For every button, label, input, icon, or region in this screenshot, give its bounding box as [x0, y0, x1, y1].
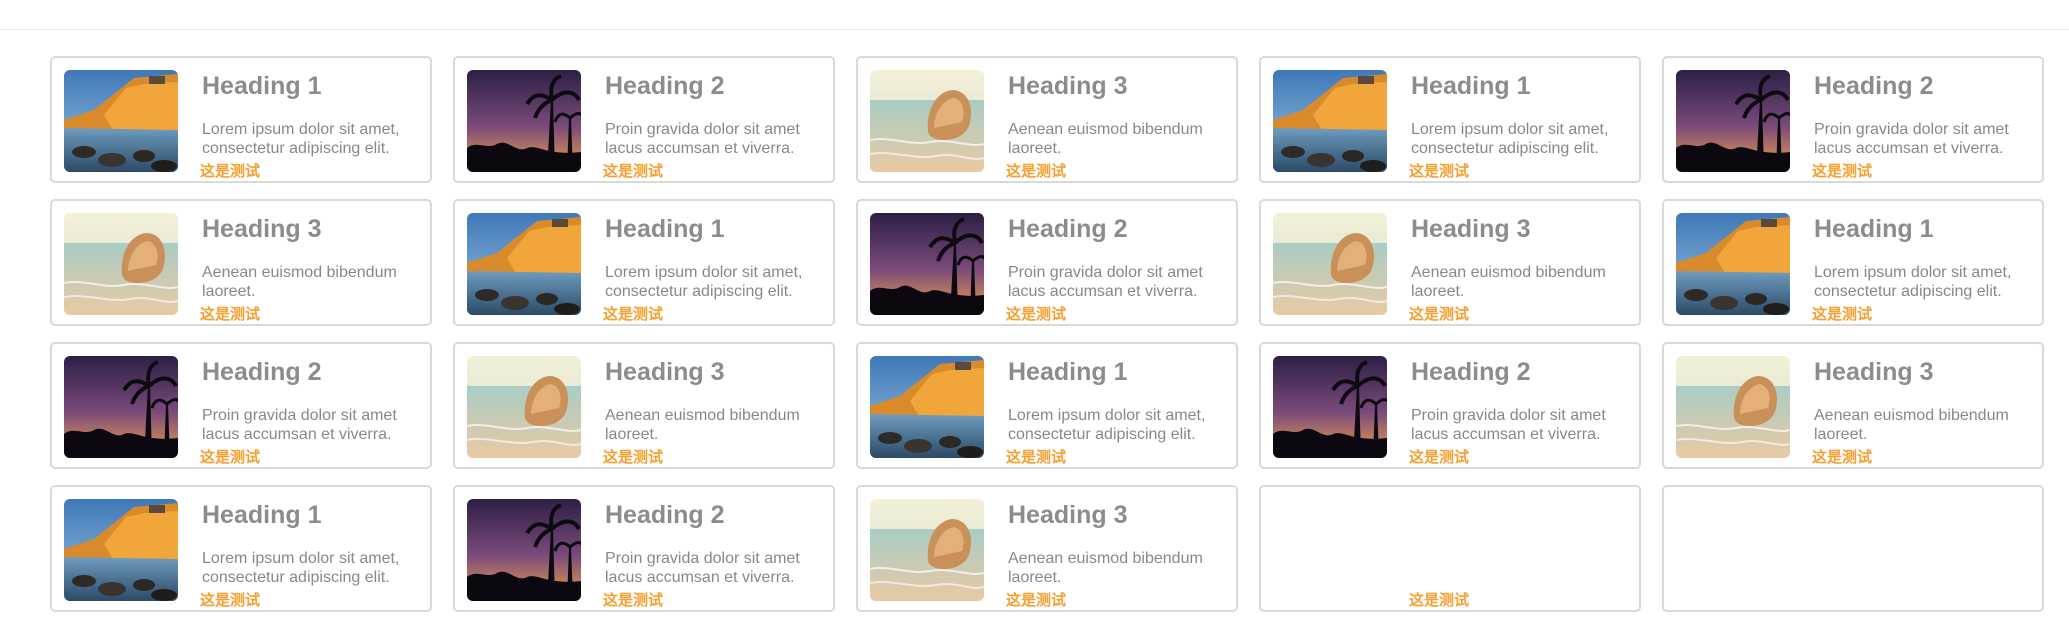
palm-sunset-photo — [1676, 70, 1790, 172]
card-heading: Heading 1 — [1411, 72, 1531, 100]
card-tag: 这是测试 — [200, 162, 261, 180]
card-tag: 这是测试 — [1006, 305, 1067, 323]
card[interactable]: Heading 1 Lorem ipsum dolor sit amet, con… — [50, 485, 432, 612]
card[interactable]: Heading 3 Aenean euismod bibendum laoreet… — [453, 342, 835, 469]
card-description: Proin gravida dolor sit amet lacus accum… — [605, 121, 800, 157]
card-tag: 这是测试 — [1409, 591, 1470, 609]
card-description: Proin gravida dolor sit amet lacus accum… — [202, 407, 397, 443]
palm-sunset-photo — [467, 499, 581, 601]
card[interactable]: Heading 3 Aenean euismod bibendum laoreet… — [1662, 342, 2044, 469]
palm-sunset-photo — [870, 213, 984, 315]
beach-rock-photo — [467, 356, 581, 458]
card-tag: 这是测试 — [1409, 162, 1470, 180]
card[interactable]: Heading 1 Lorem ipsum dolor sit amet, con… — [50, 56, 432, 183]
palm-sunset-photo — [1273, 356, 1387, 458]
card-description: Proin gravida dolor sit amet lacus accum… — [1411, 407, 1606, 443]
beach-rock-photo — [1273, 213, 1387, 315]
beach-rock-photo — [64, 213, 178, 315]
card-tag: 这是测试 — [200, 305, 261, 323]
coastal-cliff-photo — [467, 213, 581, 315]
card[interactable]: Heading 3 Aenean euismod bibendum laoreet… — [1259, 199, 1641, 326]
card-description: Aenean euismod bibendum laoreet. — [202, 264, 397, 300]
card[interactable]: Heading 2 Proin gravida dolor sit amet la… — [1259, 342, 1641, 469]
card[interactable] — [1662, 485, 2044, 612]
card-tag: 这是测试 — [1812, 162, 1873, 180]
card-tag: 这是测试 — [1812, 448, 1873, 466]
card-tag: 这是测试 — [1006, 448, 1067, 466]
card-grid: Heading 1 Lorem ipsum dolor sit amet, con… — [50, 56, 2044, 612]
card[interactable]: Heading 3 Aenean euismod bibendum laoreet… — [50, 199, 432, 326]
card-heading: Heading 1 — [202, 72, 322, 100]
card-description: Aenean euismod bibendum laoreet. — [1008, 121, 1203, 157]
card[interactable]: Heading 1 Lorem ipsum dolor sit amet, con… — [1259, 56, 1641, 183]
card-description: Lorem ipsum dolor sit amet, consectetur … — [605, 264, 803, 300]
top-bar — [0, 0, 2069, 30]
card-heading: Heading 2 — [202, 358, 322, 386]
card-tag: 这是测试 — [200, 591, 261, 609]
coastal-cliff-photo — [870, 356, 984, 458]
beach-rock-photo — [870, 499, 984, 601]
card-heading: Heading 3 — [1411, 215, 1531, 243]
card-description: Lorem ipsum dolor sit amet, consectetur … — [1008, 407, 1206, 443]
card-description: Lorem ipsum dolor sit amet, consectetur … — [202, 550, 400, 586]
card-heading: Heading 2 — [605, 501, 725, 529]
card-description: Proin gravida dolor sit amet lacus accum… — [1814, 121, 2009, 157]
card[interactable]: Heading 1 Lorem ipsum dolor sit amet, con… — [453, 199, 835, 326]
card-heading: Heading 3 — [1814, 358, 1934, 386]
card-description: Aenean euismod bibendum laoreet. — [1008, 550, 1203, 586]
card-description: Proin gravida dolor sit amet lacus accum… — [605, 550, 800, 586]
beach-rock-photo — [1676, 356, 1790, 458]
card[interactable]: Heading 2 Proin gravida dolor sit amet la… — [453, 485, 835, 612]
coastal-cliff-photo — [64, 70, 178, 172]
card-heading: Heading 2 — [1814, 72, 1934, 100]
card-description: Aenean euismod bibendum laoreet. — [605, 407, 800, 443]
palm-sunset-photo — [467, 70, 581, 172]
card[interactable]: Heading 3 Aenean euismod bibendum laoreet… — [856, 56, 1238, 183]
palm-sunset-photo — [64, 356, 178, 458]
card[interactable]: Heading 3 Aenean euismod bibendum laoreet… — [856, 485, 1238, 612]
card-tag: 这是测试 — [1409, 305, 1470, 323]
card[interactable]: Heading 1 Lorem ipsum dolor sit amet, con… — [856, 342, 1238, 469]
card[interactable]: 这是测试 — [1259, 485, 1641, 612]
card-heading: Heading 1 — [202, 501, 322, 529]
coastal-cliff-photo — [1273, 70, 1387, 172]
card-description: Lorem ipsum dolor sit amet, consectetur … — [1814, 264, 2012, 300]
card-tag: 这是测试 — [603, 591, 664, 609]
card-description: Aenean euismod bibendum laoreet. — [1814, 407, 2009, 443]
card[interactable]: Heading 1 Lorem ipsum dolor sit amet, con… — [1662, 199, 2044, 326]
card-heading: Heading 1 — [1008, 358, 1128, 386]
card-heading: Heading 2 — [1008, 215, 1128, 243]
beach-rock-photo — [870, 70, 984, 172]
card-description: Lorem ipsum dolor sit amet, consectetur … — [202, 121, 400, 157]
card-tag: 这是测试 — [603, 162, 664, 180]
card[interactable]: Heading 2 Proin gravida dolor sit amet la… — [856, 199, 1238, 326]
card-heading: Heading 3 — [1008, 501, 1128, 529]
card-heading: Heading 2 — [1411, 358, 1531, 386]
card-heading: Heading 3 — [1008, 72, 1128, 100]
coastal-cliff-photo — [1676, 213, 1790, 315]
card-tag: 这是测试 — [1006, 591, 1067, 609]
card-heading: Heading 2 — [605, 72, 725, 100]
card[interactable]: Heading 2 Proin gravida dolor sit amet la… — [453, 56, 835, 183]
card-tag: 这是测试 — [1409, 448, 1470, 466]
card-tag: 这是测试 — [603, 448, 664, 466]
card-tag: 这是测试 — [603, 305, 664, 323]
card[interactable]: Heading 2 Proin gravida dolor sit amet la… — [1662, 56, 2044, 183]
card-description: Proin gravida dolor sit amet lacus accum… — [1008, 264, 1203, 300]
card-heading: Heading 3 — [605, 358, 725, 386]
card-tag: 这是测试 — [200, 448, 261, 466]
coastal-cliff-photo — [64, 499, 178, 601]
card-heading: Heading 1 — [605, 215, 725, 243]
card-tag: 这是测试 — [1812, 305, 1873, 323]
card-heading: Heading 3 — [202, 215, 322, 243]
card-description: Lorem ipsum dolor sit amet, consectetur … — [1411, 121, 1609, 157]
card[interactable]: Heading 2 Proin gravida dolor sit amet la… — [50, 342, 432, 469]
card-tag: 这是测试 — [1006, 162, 1067, 180]
card-description: Aenean euismod bibendum laoreet. — [1411, 264, 1606, 300]
card-heading: Heading 1 — [1814, 215, 1934, 243]
